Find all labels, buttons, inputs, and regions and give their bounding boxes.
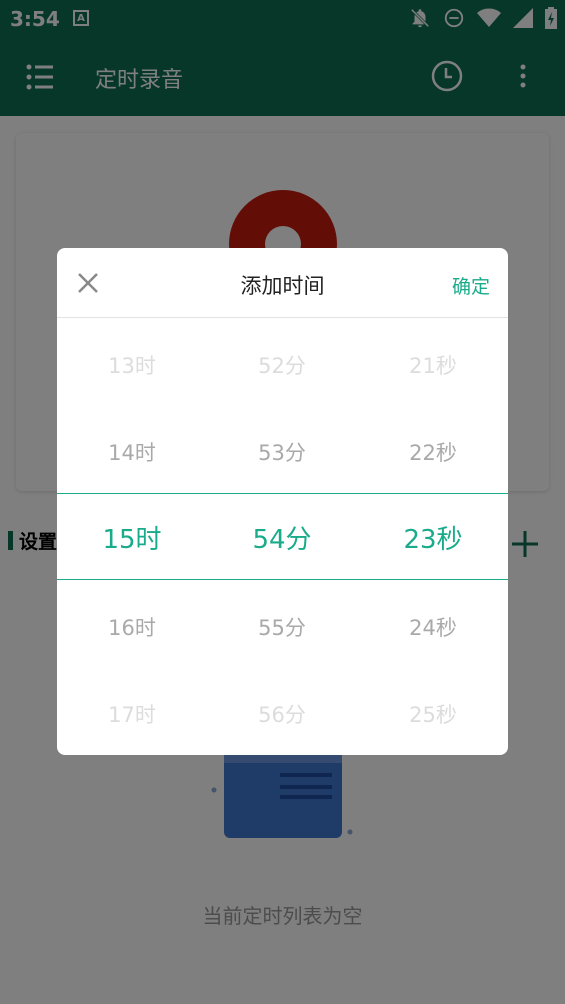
minute-option[interactable]: 55分 — [207, 612, 357, 642]
second-option[interactable]: 24秒 — [358, 612, 508, 642]
minute-option[interactable]: 56分 — [207, 699, 357, 729]
hour-option[interactable]: 13时 — [57, 350, 207, 380]
minute-option-selected[interactable]: 54分 — [207, 519, 357, 556]
second-option[interactable]: 22秒 — [358, 437, 508, 467]
minute-wheel[interactable]: 52分 53分 54分 55分 56分 — [207, 318, 357, 755]
second-option[interactable]: 21秒 — [358, 350, 508, 380]
hour-option-selected[interactable]: 15时 — [57, 519, 207, 556]
time-picker: 13时 14时 15时 16时 17时 52分 53分 54分 55分 56分 … — [57, 318, 508, 755]
dialog-title: 添加时间 — [240, 274, 325, 298]
hour-wheel[interactable]: 13时 14时 15时 16时 17时 — [57, 318, 207, 755]
second-wheel[interactable]: 21秒 22秒 23秒 24秒 25秒 — [358, 318, 508, 755]
add-time-dialog: 添加时间 确定 13时 14时 15时 16时 17时 52分 53分 54分 … — [57, 248, 508, 755]
minute-option[interactable]: 52分 — [207, 350, 357, 380]
hour-option[interactable]: 14时 — [57, 437, 207, 467]
second-option[interactable]: 25秒 — [358, 699, 508, 729]
confirm-button[interactable]: 确定 — [452, 272, 490, 299]
minute-option[interactable]: 53分 — [207, 437, 357, 467]
dialog-header: 添加时间 确定 — [57, 248, 508, 318]
second-option-selected[interactable]: 23秒 — [358, 519, 508, 556]
hour-option[interactable]: 17时 — [57, 699, 207, 729]
hour-option[interactable]: 16时 — [57, 612, 207, 642]
